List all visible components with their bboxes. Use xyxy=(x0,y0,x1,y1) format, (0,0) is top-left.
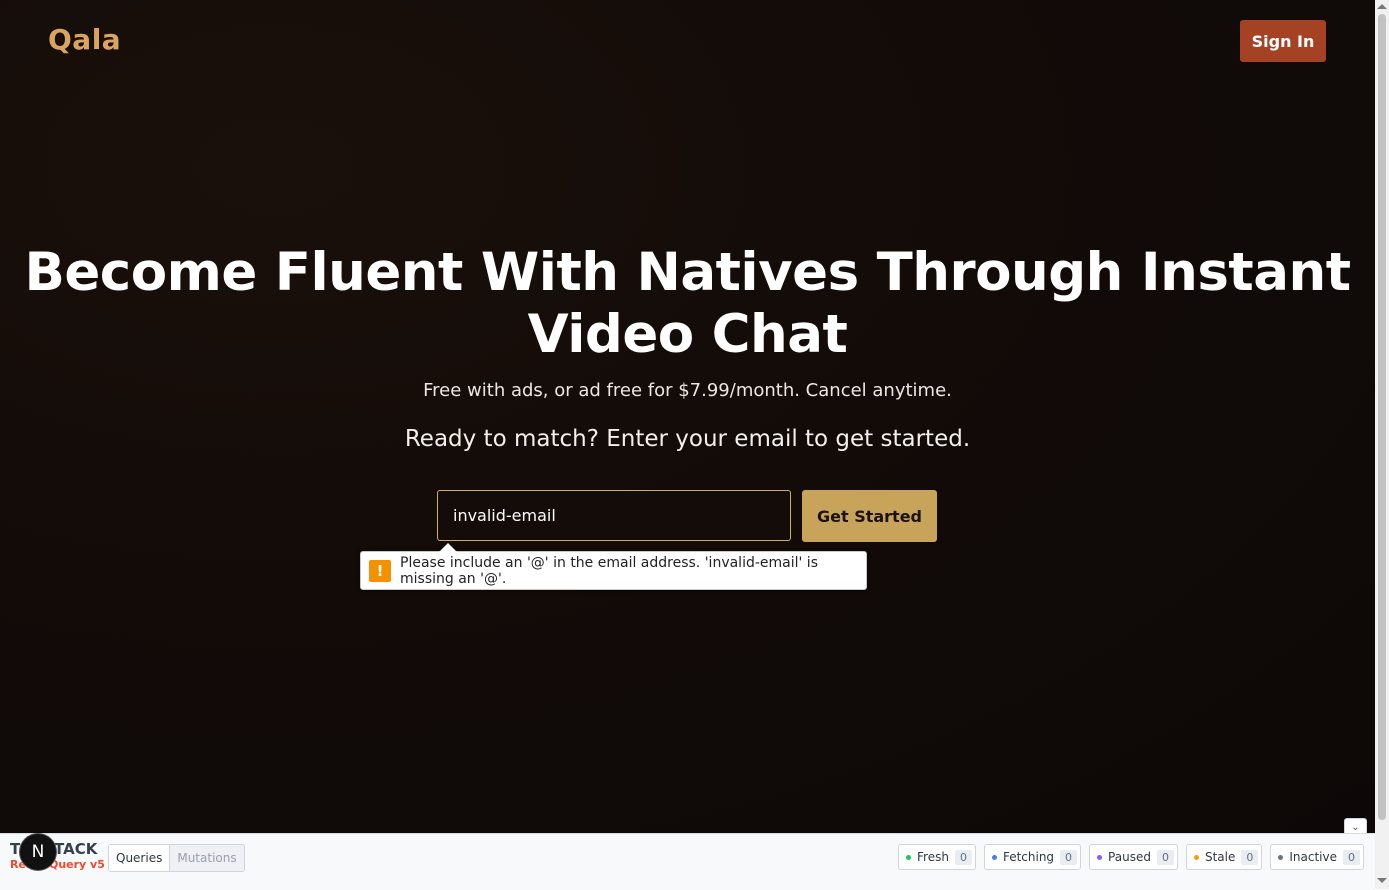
devtools-tabs: Queries Mutations xyxy=(108,844,245,872)
status-label: Inactive xyxy=(1289,850,1337,864)
status-label: Fresh xyxy=(917,850,949,864)
status-fresh[interactable]: Fresh 0 xyxy=(898,844,976,870)
email-prompt: Ready to match? Enter your email to get … xyxy=(404,426,971,452)
nextjs-badge-icon[interactable]: N xyxy=(20,834,56,870)
scroll-thumb[interactable] xyxy=(1378,14,1386,820)
query-devtools-panel: TANSTACK React Query v5 Queries Mutation… xyxy=(0,833,1375,890)
brand-logo[interactable]: Qala xyxy=(48,23,121,56)
status-paused[interactable]: Paused 0 xyxy=(1089,844,1178,870)
status-label: Fetching xyxy=(1002,850,1055,864)
status-count: 0 xyxy=(1241,849,1259,865)
status-inactive[interactable]: Inactive 0 xyxy=(1270,844,1364,870)
get-started-button[interactable]: Get Started xyxy=(802,490,937,542)
scroll-up-arrow-icon[interactable] xyxy=(1377,4,1387,9)
status-count: 0 xyxy=(1156,849,1174,865)
status-count: 0 xyxy=(1343,849,1360,865)
validation-message: Please include an '@' in the email addre… xyxy=(400,554,818,587)
email-input[interactable] xyxy=(437,490,791,541)
pricing-subline: Free with ads, or ad free for $7.99/mont… xyxy=(423,380,952,401)
warning-icon: ! xyxy=(369,559,391,582)
status-label: Paused xyxy=(1108,850,1151,864)
status-fetching[interactable]: Fetching 0 xyxy=(983,844,1082,870)
stale-dot-icon xyxy=(1193,854,1199,860)
validation-tooltip: ! Please include an '@' in the email add… xyxy=(360,543,867,590)
inactive-dot-icon xyxy=(1278,854,1284,860)
page-scrollbar[interactable] xyxy=(1375,0,1389,889)
hero-section: Qala Sign In Become Fluent With Natives … xyxy=(0,0,1375,833)
sign-in-button[interactable]: Sign In xyxy=(1240,20,1326,62)
query-status-list: Fresh 0 Fetching 0 Paused 0 Stale 0 Inac… xyxy=(898,844,1364,870)
tab-mutations[interactable]: Mutations xyxy=(169,845,244,871)
status-stale[interactable]: Stale 0 xyxy=(1185,844,1263,870)
scroll-down-arrow-icon[interactable] xyxy=(1377,878,1387,883)
hero-headline: Become Fluent With Natives Through Insta… xyxy=(24,242,1351,365)
tab-queries[interactable]: Queries xyxy=(109,845,170,871)
status-label: Stale xyxy=(1204,850,1236,864)
paused-dot-icon xyxy=(1097,854,1103,860)
fresh-dot-icon xyxy=(906,854,911,860)
status-count: 0 xyxy=(954,849,972,865)
status-count: 0 xyxy=(1060,849,1078,865)
fetching-dot-icon xyxy=(991,854,997,860)
